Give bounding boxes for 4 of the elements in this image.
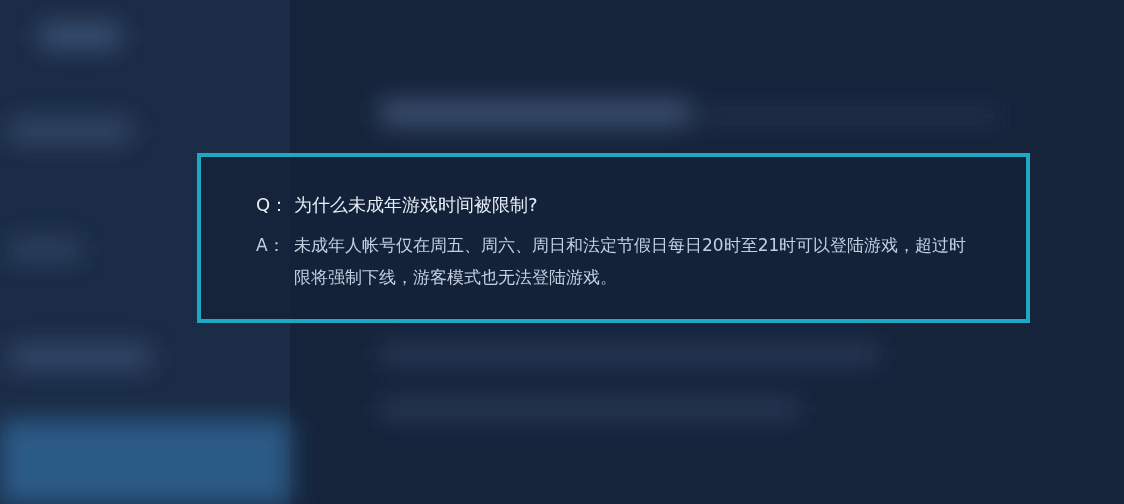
question-text: 为什么未成年游戏时间被限制?	[294, 193, 539, 217]
question-label: Q：	[256, 193, 290, 217]
answer-label: A：	[256, 234, 286, 257]
answer-text: 未成年人帐号仅在周五、周六、周日和法定节假日每日20时至21时可以登陆游戏，超过时限将强制下线，游客模式也无法登陆游戏。	[294, 234, 968, 289]
